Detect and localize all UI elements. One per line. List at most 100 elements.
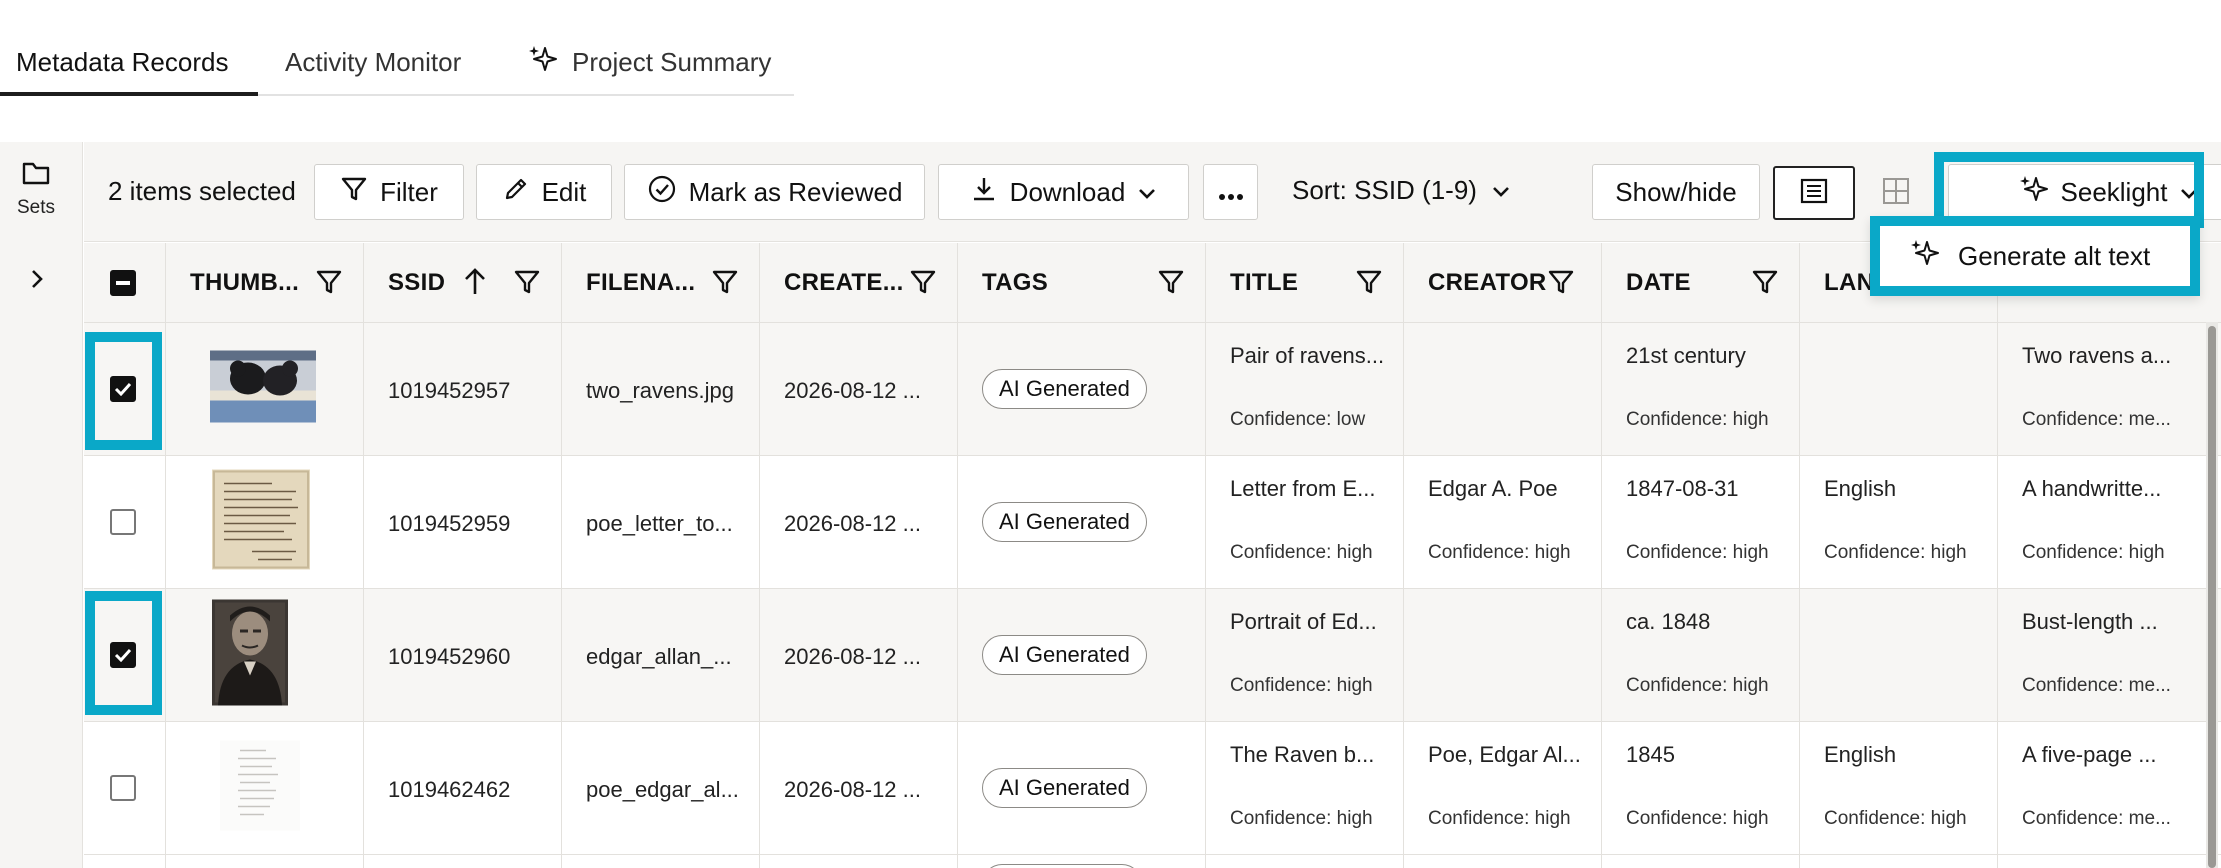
title-value: Pair of ravens... — [1230, 343, 1385, 368]
language-cell — [1800, 589, 1998, 721]
language-cell: English Confidence: high — [1800, 456, 1998, 588]
column-label: DATE — [1626, 268, 1691, 296]
show-hide-button[interactable]: Show/hide — [1592, 164, 1760, 220]
list-view-toggle[interactable] — [1773, 166, 1855, 220]
created-cell: 2026-08-12 ... — [760, 589, 958, 721]
title-cell — [1206, 855, 1404, 868]
filter-button[interactable]: Filter — [314, 164, 464, 220]
more-actions-button[interactable] — [1203, 164, 1258, 220]
row-checkbox[interactable] — [110, 376, 136, 402]
description-value: Bust-length ... — [2022, 609, 2158, 634]
filter-icon[interactable] — [315, 268, 343, 303]
thumbnail-image-portrait[interactable] — [212, 599, 288, 711]
show-hide-label: Show/hide — [1615, 176, 1737, 207]
filter-icon[interactable] — [1547, 268, 1575, 303]
tab-project-summary[interactable]: Project Summary — [528, 30, 771, 94]
confidence-label: Confidence: me... — [2022, 409, 2171, 430]
filter-icon[interactable] — [909, 268, 937, 303]
mark-reviewed-button[interactable]: Mark as Reviewed — [624, 164, 925, 220]
column-header-creator[interactable]: CREATOR — [1404, 243, 1602, 322]
filter-icon[interactable] — [1157, 268, 1185, 303]
creator-value: Edgar A. Poe — [1428, 476, 1558, 501]
column-header-filename[interactable]: FILENA... — [562, 243, 760, 322]
sort-ascending-icon[interactable] — [462, 267, 488, 304]
filter-icon[interactable] — [1751, 268, 1779, 303]
column-label: THUMB... — [190, 268, 300, 296]
filter-icon[interactable] — [711, 268, 739, 303]
download-button[interactable]: Download — [938, 164, 1189, 220]
table-row[interactable]: 1019452957 two_ravens.jpg 2026-08-12 ...… — [84, 323, 2221, 456]
creator-cell — [1404, 323, 1602, 455]
confidence-label: Confidence: high — [1428, 808, 1571, 829]
thumbnail-cell — [166, 855, 364, 868]
table-row[interactable]: 1019462462 poe_edgar_al... 2026-08-12 ..… — [84, 722, 2221, 855]
table-row[interactable] — [84, 855, 2221, 868]
row-checkbox[interactable] — [110, 509, 136, 535]
created-value: 2026-08-12 ... — [784, 644, 921, 669]
table-row[interactable]: 1019452960 edgar_allan_... 2026-08-12 ..… — [84, 589, 2221, 722]
column-header-tags[interactable]: TAGS — [958, 243, 1206, 322]
title-value: The Raven b... — [1230, 742, 1375, 767]
created-value: 2026-08-12 ... — [784, 378, 921, 403]
tags-cell: AI Generated — [958, 456, 1206, 588]
language-cell: English Confidence: high — [1800, 722, 1998, 854]
ai-generated-tag[interactable]: AI Generated — [982, 502, 1147, 542]
tab-activity-monitor[interactable]: Activity Monitor — [285, 30, 461, 94]
date-value: ca. 1848 — [1626, 609, 1711, 634]
column-header-thumbnail[interactable]: THUMB... — [166, 243, 364, 322]
sparkle-icon — [2019, 174, 2049, 211]
thumbnail-image-ravens[interactable] — [210, 350, 316, 428]
tab-bar: Metadata Records Activity Monitor Projec… — [0, 30, 794, 96]
column-header-date[interactable]: DATE — [1602, 243, 1800, 322]
ssid-cell: 1019452960 — [364, 589, 562, 721]
ai-generated-tag[interactable]: AI Generated — [982, 369, 1147, 409]
folder-icon — [21, 160, 51, 191]
language-cell — [1800, 323, 1998, 455]
row-select-cell — [84, 323, 166, 455]
tab-label: Project Summary — [572, 46, 772, 77]
table-scrollbar-thumb[interactable] — [2208, 326, 2216, 868]
pencil-icon — [502, 175, 530, 210]
row-checkbox[interactable] — [110, 642, 136, 668]
records-table: THUMB... SSID FILENA... CREATE... TAGS T… — [84, 243, 2221, 868]
column-label: CREATE... — [784, 268, 904, 296]
thumbnail-image-letter[interactable] — [212, 469, 310, 575]
sets-button[interactable]: Sets — [0, 160, 72, 219]
created-cell: 2026-08-12 ... — [760, 323, 958, 455]
ssid-value: 1019452957 — [388, 378, 511, 403]
select-all-checkbox[interactable] — [110, 269, 136, 296]
table-row[interactable]: 1019452959 poe_letter_to... 2026-08-12 .… — [84, 456, 2221, 589]
sort-label: Sort: SSID (1-9) — [1292, 174, 1477, 205]
edit-button[interactable]: Edit — [476, 164, 612, 220]
ai-generated-tag[interactable]: AI Generated — [982, 635, 1147, 675]
column-header-title[interactable]: TITLE — [1206, 243, 1404, 322]
thumbnail-cell — [166, 323, 364, 455]
thumbnail-cell — [166, 722, 364, 854]
tags-cell: AI Generated — [958, 323, 1206, 455]
grid-view-toggle[interactable] — [1855, 166, 1937, 220]
filter-icon[interactable] — [513, 268, 541, 303]
row-checkbox[interactable] — [110, 775, 136, 801]
row-select-cell — [84, 589, 166, 721]
filter-icon[interactable] — [1355, 268, 1383, 303]
generate-alt-text-item[interactable]: Generate alt text — [1958, 241, 2150, 272]
sort-dropdown[interactable]: Sort: SSID (1-9) — [1292, 168, 1511, 212]
confidence-label: Confidence: high — [1428, 542, 1571, 563]
seeklight-button[interactable]: Seeklight — [1948, 164, 2221, 220]
tab-metadata-records[interactable]: Metadata Records — [16, 30, 228, 94]
ssid-cell: 1019462462 — [364, 722, 562, 854]
column-header-ssid[interactable]: SSID — [364, 243, 562, 322]
ai-generated-tag[interactable]: AI Generated — [982, 768, 1147, 808]
created-cell: 2026-08-12 ... — [760, 456, 958, 588]
ssid-value: 1019452960 — [388, 644, 511, 669]
sets-label: Sets — [16, 197, 56, 218]
chevron-right-icon[interactable] — [22, 264, 52, 294]
confidence-label: Confidence: high — [1230, 808, 1373, 829]
filename-value: edgar_allan_... — [586, 644, 732, 669]
date-cell: 21st century Confidence: high — [1602, 323, 1800, 455]
column-header-created[interactable]: CREATE... — [760, 243, 958, 322]
tab-label: Metadata Records — [16, 46, 229, 77]
thumbnail-image-document[interactable] — [220, 740, 300, 836]
title-cell: The Raven b... Confidence: high — [1206, 722, 1404, 854]
description-cell: A handwritte... Confidence: high — [1998, 456, 2221, 588]
